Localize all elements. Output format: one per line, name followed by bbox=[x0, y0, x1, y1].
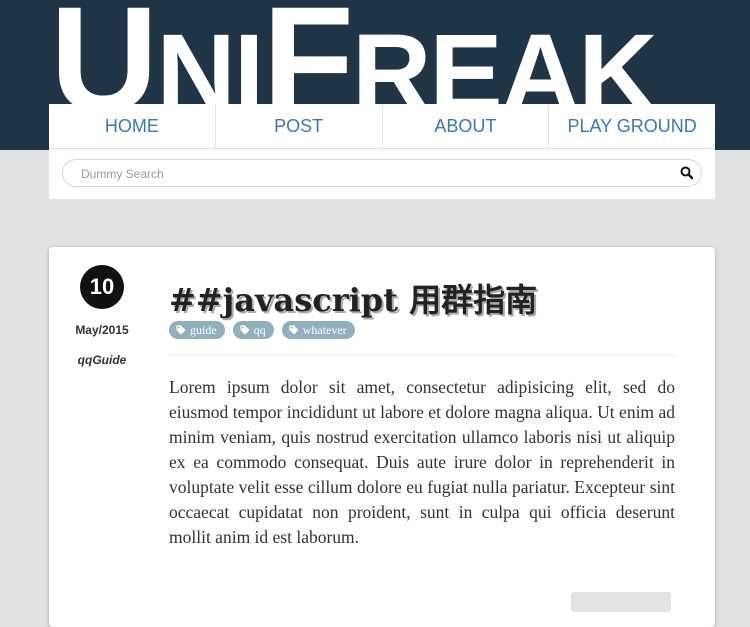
search-input[interactable] bbox=[79, 160, 663, 188]
post-category[interactable]: qqGuide bbox=[62, 353, 142, 367]
tag-whatever[interactable]: whatever bbox=[281, 321, 355, 339]
nav-home[interactable]: HOME bbox=[49, 104, 215, 148]
tag-icon bbox=[176, 325, 186, 335]
post-title[interactable]: ##javascript 用群指南 bbox=[169, 275, 537, 321]
tag-list: guide qq whatever bbox=[169, 321, 355, 339]
tag-qq[interactable]: qq bbox=[232, 321, 274, 339]
search-bar bbox=[62, 159, 702, 188]
main-nav: HOME POST ABOUT PLAY GROUND bbox=[49, 104, 715, 149]
tag-label: guide bbox=[190, 322, 217, 337]
post-day-badge: 10 bbox=[80, 265, 124, 309]
post-month: May/2015 bbox=[75, 323, 129, 337]
post-body: Lorem ipsum dolor sit amet, consectetur … bbox=[169, 377, 675, 547]
tag-icon bbox=[289, 325, 299, 335]
tag-label: qq bbox=[253, 322, 266, 337]
divider bbox=[169, 355, 675, 356]
post-card: 10 May/2015 qqGuide ##javascript 用群指南 gu… bbox=[49, 247, 715, 627]
read-more-button[interactable] bbox=[571, 592, 671, 612]
nav-about[interactable]: ABOUT bbox=[381, 104, 549, 148]
search-icon[interactable] bbox=[679, 165, 695, 181]
tag-icon bbox=[240, 325, 250, 335]
tag-guide[interactable]: guide bbox=[169, 321, 225, 339]
tag-label: whatever bbox=[302, 322, 347, 337]
nav-play-ground[interactable]: PLAY GROUND bbox=[548, 104, 715, 148]
nav-post[interactable]: POST bbox=[214, 104, 382, 148]
navigation-panel: HOME POST ABOUT PLAY GROUND bbox=[49, 104, 715, 199]
